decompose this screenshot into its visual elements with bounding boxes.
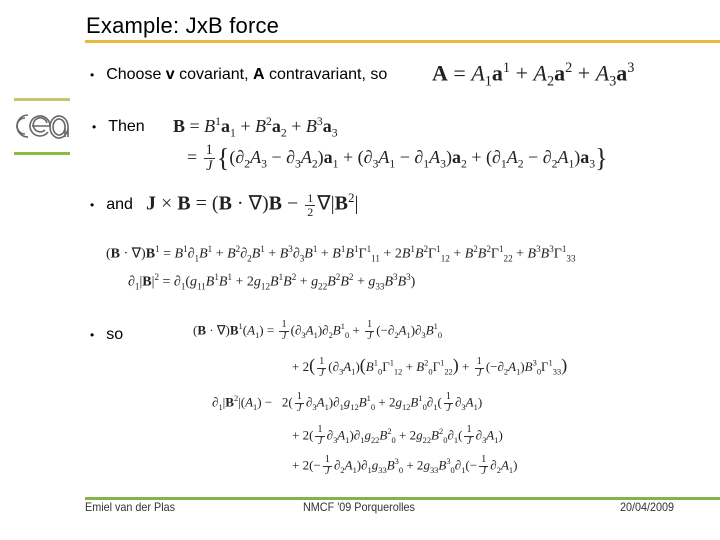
cea-logo-icon bbox=[16, 114, 69, 139]
text-part: contravariant, so bbox=[264, 66, 388, 83]
bullet-text: Choose v covariant, A contravariant, so bbox=[106, 66, 387, 84]
slide-title: Example: JxB force bbox=[86, 13, 280, 38]
bold-v: v bbox=[165, 66, 175, 83]
equation-JxB: J × B = (B · ∇)B − 1 2 ∇|B2| bbox=[146, 190, 359, 219]
logo-top-bar bbox=[14, 98, 70, 101]
bullet-text: so bbox=[106, 326, 124, 343]
footer-author: Emiel van der Plas bbox=[85, 500, 176, 514]
equation-A-def: A = A1a1 + A2a2 + A3a3 bbox=[432, 60, 635, 90]
bullet-dot: • bbox=[90, 68, 95, 82]
equation-BgradB1: (B · ∇)B1 = B1∂1B1 + B2∂2B1 + B3∂3B1 + B… bbox=[106, 244, 576, 264]
text-part: covariant, bbox=[174, 66, 253, 83]
footer-event: NMCF '09 Porquerolles bbox=[303, 500, 415, 514]
bullet-choose: • Choose v covariant, A contravariant, s… bbox=[90, 66, 387, 84]
cea-logo bbox=[12, 96, 72, 158]
bullet-so: • so bbox=[90, 326, 123, 344]
footer-date: 20/04/2009 bbox=[620, 500, 675, 514]
equation-so-2: + 2(1 J (∂3A1)(B10Γ112 + B20Γ122) + 1 J (−∂2… bbox=[292, 355, 568, 379]
bullet-then: • Then bbox=[92, 118, 145, 136]
bullet-text: and bbox=[106, 196, 133, 213]
bold-A: A bbox=[252, 66, 265, 83]
logo-bottom-bar bbox=[14, 152, 70, 155]
equation-so-4: + 2(1 J ∂3A1)∂1g22B20 + 2g22B20∂1(1 J ∂3A1) bbox=[292, 424, 503, 447]
bullet-dot: • bbox=[90, 328, 95, 342]
title-underline bbox=[85, 40, 720, 43]
text-part: Choose bbox=[106, 66, 166, 83]
equation-B-def-1: B = B1a1 + B2a2 + B3a3 bbox=[173, 115, 338, 140]
equation-so-3: ∂1|B2|(A1) − 2(1 J ∂3A1)∂1g12B10 + 2g12B10… bbox=[212, 391, 483, 414]
equation-B-def-2: = 1 J {(∂2A3 − ∂3A2)a1 + (∂3A1 − ∂1A3)a2 +… bbox=[187, 142, 608, 175]
bullet-dot: • bbox=[90, 198, 95, 212]
bullet-dot: • bbox=[92, 120, 97, 134]
equation-so-1: (B · ∇)B1(A1) = 1 J (∂3A1)∂2B10 + 1 J (−∂2A1… bbox=[193, 319, 443, 342]
bullet-and: • and bbox=[90, 196, 133, 214]
equation-so-5: + 2(− 1 J ∂2A1)∂1g33B30 + 2g33B30∂1(− 1 J ∂2A1… bbox=[292, 454, 518, 477]
bullet-text: Then bbox=[108, 118, 145, 135]
equation-d1B2: ∂1|B|2 = ∂1(g11B1B1 + 2g12B1B2 + g22B2B2… bbox=[128, 272, 416, 292]
